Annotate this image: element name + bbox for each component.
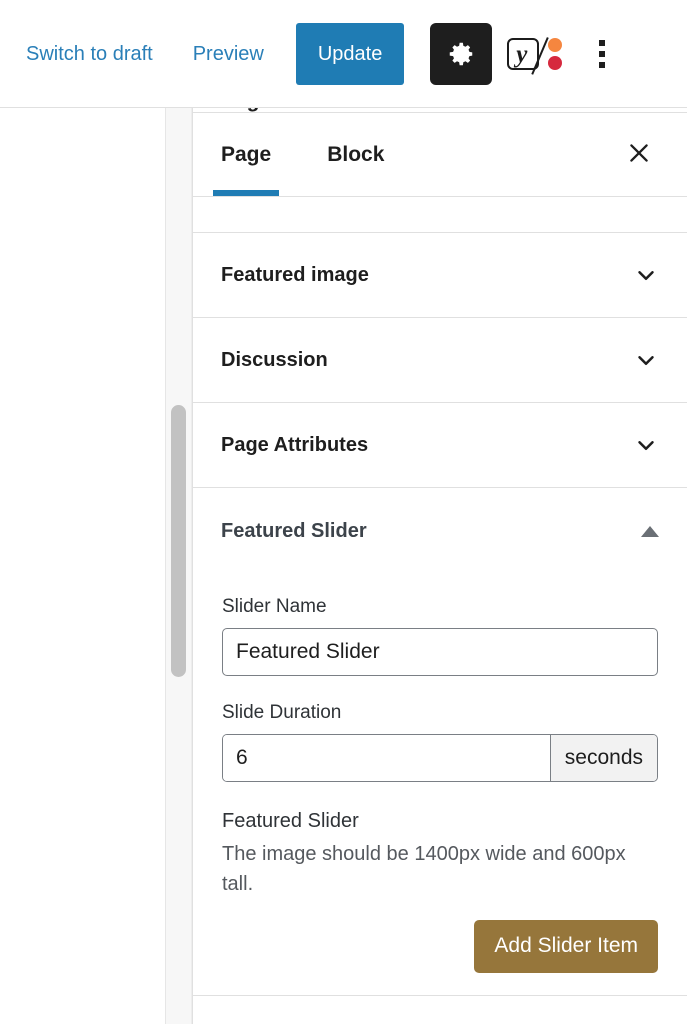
gear-icon [446,39,476,69]
sidebar-spacer-row [193,197,687,233]
yoast-orange-dot [547,37,562,52]
slide-duration-input[interactable] [223,735,550,781]
kebab-menu-icon [599,39,606,68]
panel-featured-slider-header[interactable]: Featured Slider [193,488,687,574]
tab-page[interactable]: Page [212,113,280,196]
yoast-red-dot [547,55,562,70]
featured-slider-help-text: The image should be 1400px wide and 600p… [222,843,626,896]
panel-featured-image[interactable]: Featured image [193,233,687,318]
settings-button[interactable] [430,22,493,85]
slider-name-input[interactable] [222,628,658,676]
preview-button[interactable]: Preview [185,34,272,74]
panel-page-attributes-label: Page Attributes [221,433,369,456]
wordpress-editor-screen: Switch to draft Preview Update y Page Bl… [0,0,687,1024]
panel-page-attributes[interactable]: Page Attributes [193,403,687,488]
editor-toolbar: Switch to draft Preview Update y [0,0,687,108]
close-icon [626,140,652,169]
yoast-seo-button[interactable]: y [506,26,562,82]
chevron-down-icon [633,347,659,373]
sidebar-tabs: Page Block [193,113,687,197]
slider-name-label: Slider Name [222,596,327,617]
chevron-down-icon [633,432,659,458]
editor-canvas [0,108,166,1024]
featured-slider-actions: Add Slider Item [222,919,658,973]
panel-featured-image-label: Featured image [221,263,369,286]
sidebar-scrollbar-thumb[interactable] [171,405,186,677]
panel-featured-slider: Featured Slider Slider Name Slide Durati… [193,488,687,996]
sidebar-scrollbar-track[interactable] [166,108,192,1024]
chevron-down-icon [633,262,659,288]
featured-slider-body: Slider Name Slide Duration seconds Featu… [193,574,687,973]
more-options-button[interactable] [578,26,626,82]
add-slider-item-button[interactable]: Add Slider Item [474,919,658,973]
close-sidebar-button[interactable] [619,135,659,175]
slide-duration-unit: seconds [549,735,657,781]
slide-duration-label: Slide Duration [222,702,342,723]
triangle-up-icon [641,525,659,537]
panel-discussion-label: Discussion [221,348,328,371]
tab-block[interactable]: Block [327,113,384,196]
featured-slider-media-title: Featured Slider [222,810,359,832]
panel-discussion[interactable]: Discussion [193,318,687,403]
yoast-seo-icon: y [506,36,562,75]
settings-sidebar: Page Page Block Featured image [192,108,687,1024]
slide-duration-group: seconds [222,734,658,782]
panel-featured-slider-label: Featured Slider [221,519,367,542]
update-button[interactable]: Update [295,22,405,85]
switch-to-draft-button[interactable]: Switch to draft [18,34,161,74]
